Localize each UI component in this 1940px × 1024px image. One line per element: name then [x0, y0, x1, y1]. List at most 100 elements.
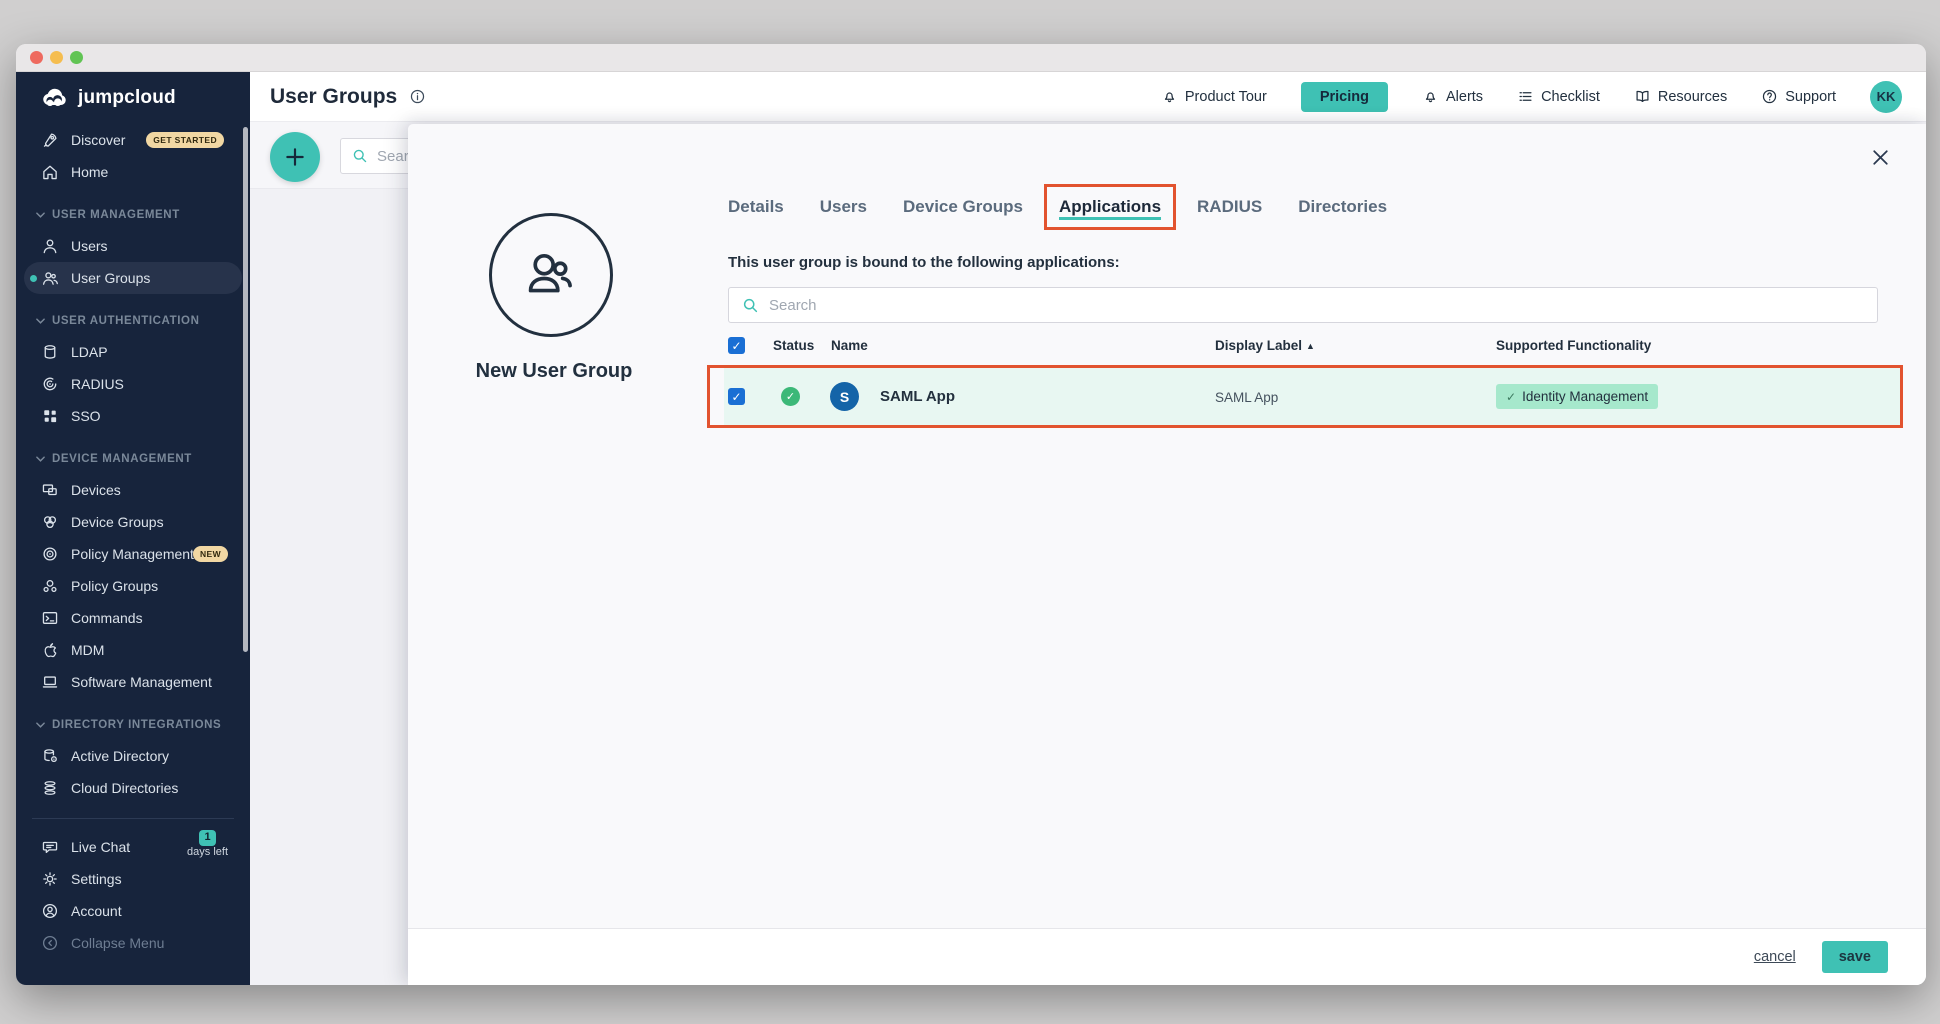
support-button[interactable]: Support: [1761, 88, 1836, 105]
sidebar-item-label: Settings: [71, 871, 122, 887]
sidebar-item-policy-management[interactable]: Policy Management NEW: [16, 538, 250, 570]
sidebar-item-label: Software Management: [71, 674, 212, 690]
column-status[interactable]: Status: [773, 338, 814, 353]
sidebar-item-label: RADIUS: [71, 376, 124, 392]
chevron-down-icon: [36, 318, 45, 324]
applications-table-header: ✓ Status Name Display Label▲ Supported F…: [728, 330, 1878, 362]
devices-icon: [41, 481, 59, 499]
tab-device-groups[interactable]: Device Groups: [891, 187, 1035, 227]
resources-button[interactable]: Resources: [1634, 88, 1727, 105]
functionality-badge: ✓ Identity Management: [1496, 384, 1658, 409]
sidebar-item-user-groups[interactable]: User Groups: [24, 262, 242, 294]
grid-icon: [41, 407, 59, 425]
tab-users[interactable]: Users: [808, 187, 879, 227]
sidebar-item-radius[interactable]: RADIUS: [16, 368, 250, 400]
chat-icon: [41, 838, 59, 856]
app-window: jumpcloud Discover GET STARTED Home USER…: [16, 44, 1926, 985]
minimize-window-button[interactable]: [50, 51, 63, 64]
pricing-button[interactable]: Pricing: [1301, 82, 1388, 112]
sidebar-item-label: Policy Management: [71, 546, 194, 562]
sidebar-item-label: Collapse Menu: [71, 935, 164, 951]
row-checkbox[interactable]: ✓: [728, 388, 745, 405]
sidebar-scrollbar[interactable]: [243, 127, 248, 652]
sidebar-item-mdm[interactable]: MDM: [16, 634, 250, 666]
checklist-button[interactable]: Checklist: [1517, 88, 1600, 105]
section-device-management[interactable]: DEVICE MANAGEMENT: [16, 444, 250, 474]
sidebar-divider: [32, 818, 234, 819]
sidebar-item-sso[interactable]: SSO: [16, 400, 250, 432]
group-avatar-circle: [489, 213, 613, 337]
sidebar-item-label: Users: [71, 238, 108, 254]
user-group-icon: [41, 269, 59, 287]
section-user-management[interactable]: USER MANAGEMENT: [16, 200, 250, 230]
app-display-label: SAML App: [1215, 390, 1278, 405]
bell-icon: [1161, 88, 1178, 105]
sidebar-item-account[interactable]: Account: [16, 895, 250, 927]
column-supported-functionality[interactable]: Supported Functionality: [1496, 338, 1651, 353]
sidebar-item-users[interactable]: Users: [16, 230, 250, 262]
policy-group-icon: [41, 577, 59, 595]
user-group-detail-panel: New User Group Details Users Device Grou…: [408, 124, 1926, 985]
user-avatar[interactable]: KK: [1870, 81, 1902, 113]
app-initial-avatar: S: [830, 382, 859, 411]
bound-applications-description: This user group is bound to the followin…: [728, 254, 1120, 271]
active-directory-icon: [41, 747, 59, 765]
close-icon: [1869, 146, 1892, 169]
sidebar-item-label: Devices: [71, 482, 121, 498]
cancel-button[interactable]: cancel: [1754, 949, 1796, 965]
active-indicator-dot: [30, 275, 37, 282]
status-active-icon: ✓: [781, 387, 800, 406]
sidebar-item-label: Account: [71, 903, 122, 919]
group-name: New User Group: [424, 360, 684, 383]
trial-days-badge: 1 days left: [187, 827, 228, 860]
sidebar-item-label: Home: [71, 164, 108, 180]
user-group-large-icon: [515, 239, 587, 311]
add-user-group-button[interactable]: [270, 132, 320, 182]
sidebar-item-software-management[interactable]: Software Management: [16, 666, 250, 698]
bell-icon: [1422, 88, 1439, 105]
zoom-window-button[interactable]: [70, 51, 83, 64]
column-name[interactable]: Name: [831, 338, 868, 353]
apple-icon: [41, 641, 59, 659]
sidebar-item-live-chat[interactable]: Live Chat 1 days left: [16, 831, 250, 863]
chevron-down-icon: [36, 212, 45, 218]
tab-applications[interactable]: Applications: [1044, 184, 1176, 230]
product-tour-button[interactable]: Product Tour: [1161, 88, 1267, 105]
sidebar-item-settings[interactable]: Settings: [16, 863, 250, 895]
sidebar-item-device-groups[interactable]: Device Groups: [16, 506, 250, 538]
sidebar-item-discover[interactable]: Discover GET STARTED: [16, 124, 250, 156]
select-all-checkbox[interactable]: ✓: [728, 337, 745, 354]
alerts-button[interactable]: Alerts: [1422, 88, 1483, 105]
column-display-label[interactable]: Display Label▲: [1215, 338, 1315, 353]
sidebar-item-commands[interactable]: Commands: [16, 602, 250, 634]
tab-radius[interactable]: RADIUS: [1185, 187, 1274, 227]
info-icon[interactable]: [409, 88, 426, 105]
sidebar-item-cloud-directories[interactable]: Cloud Directories: [16, 772, 250, 804]
close-window-button[interactable]: [30, 51, 43, 64]
database-icon: [41, 343, 59, 361]
rocket-icon: [41, 131, 59, 149]
sidebar-item-devices[interactable]: Devices: [16, 474, 250, 506]
sidebar-item-policy-groups[interactable]: Policy Groups: [16, 570, 250, 602]
sidebar-item-home[interactable]: Home: [16, 156, 250, 188]
sidebar-item-label: SSO: [71, 408, 101, 424]
applications-search-input[interactable]: [769, 297, 1865, 314]
section-user-authentication[interactable]: USER AUTHENTICATION: [16, 306, 250, 336]
save-button[interactable]: save: [1822, 941, 1888, 973]
sidebar-item-active-directory[interactable]: Active Directory: [16, 740, 250, 772]
sidebar-item-ldap[interactable]: LDAP: [16, 336, 250, 368]
search-icon: [351, 147, 369, 165]
logo-wordmark: jumpcloud: [78, 87, 176, 109]
cloud-directories-icon: [41, 779, 59, 797]
section-directory-integrations[interactable]: DIRECTORY INTEGRATIONS: [16, 710, 250, 740]
tab-details[interactable]: Details: [716, 187, 796, 227]
page-header: User Groups Product Tour Pricing Alerts …: [250, 72, 1926, 122]
close-panel-button[interactable]: [1867, 144, 1894, 171]
home-icon: [41, 163, 59, 181]
sidebar-item-label: LDAP: [71, 344, 108, 360]
jumpcloud-logo[interactable]: jumpcloud: [16, 72, 250, 124]
user-icon: [41, 237, 59, 255]
sidebar-item-collapse-menu[interactable]: Collapse Menu: [16, 927, 250, 959]
tab-directories[interactable]: Directories: [1286, 187, 1399, 227]
page-title: User Groups: [270, 85, 397, 109]
